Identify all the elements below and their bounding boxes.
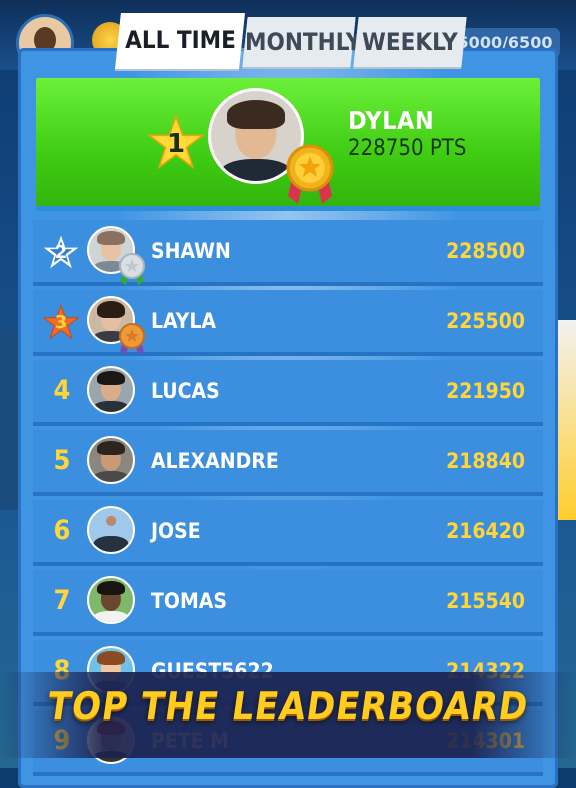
rank-star-icon: 3	[43, 304, 79, 340]
first-place-card[interactable]: 1 DYLAN 228750 PTS	[36, 78, 540, 206]
player-score: 225500	[446, 309, 525, 333]
first-rank-number: 1	[166, 129, 186, 159]
player-score: 215540	[446, 589, 525, 613]
bronze-medal-icon	[119, 323, 145, 355]
rank-number: 4	[53, 375, 71, 406]
leaderboard-tabs: ALL TIME MONTHLY WEEKLY	[0, 0, 576, 70]
avatar	[87, 576, 135, 624]
player-name: SHAWN	[151, 239, 231, 263]
player-name: ALEXANDRE	[151, 449, 279, 473]
list-item[interactable]: 2 SHAWN 228500	[33, 220, 543, 285]
rank-number: 7	[53, 585, 71, 616]
player-score: 228500	[446, 239, 525, 263]
avatar	[87, 366, 135, 414]
tab-weekly[interactable]: WEEKLY	[353, 17, 467, 67]
background-right-edge	[556, 320, 576, 520]
tab-monthly[interactable]: MONTHLY	[242, 17, 361, 67]
first-place-name: DYLAN	[348, 106, 435, 135]
list-item[interactable]: 3 LAYLA 225500	[33, 290, 543, 355]
promo-banner-text: TOP THE LEADERBOARD	[44, 684, 532, 728]
tab-all-time-label: ALL TIME	[124, 26, 236, 54]
rank-number: 6	[53, 515, 71, 546]
silver-medal-icon	[119, 253, 145, 285]
rank-star-icon: 2	[43, 234, 79, 270]
first-place-points: 228750 PTS	[348, 136, 467, 161]
player-score: 221950	[446, 379, 525, 403]
tab-monthly-label: MONTHLY	[245, 28, 362, 56]
tab-weekly-label: WEEKLY	[362, 28, 458, 56]
player-score: 218840	[446, 449, 525, 473]
avatar	[87, 506, 135, 554]
gold-medal-icon	[286, 144, 334, 204]
background-left-edge	[0, 330, 18, 510]
player-name: JOSE	[151, 519, 201, 543]
rank-number: 3	[54, 312, 68, 333]
list-item[interactable]: 5 ALEXANDRE 218840	[33, 430, 543, 492]
player-name: LAYLA	[151, 309, 216, 333]
list-item[interactable]: 4 LUCAS 221950	[33, 360, 543, 422]
tab-all-time[interactable]: ALL TIME	[115, 13, 245, 69]
player-name: LUCAS	[151, 379, 220, 403]
rank-number: 2	[54, 242, 68, 263]
rank-number: 5	[53, 445, 71, 476]
list-item[interactable]: 7 TOMAS 215540	[33, 570, 543, 632]
player-score: 216420	[446, 519, 525, 543]
avatar	[87, 436, 135, 484]
rank-star-icon: 1	[148, 114, 204, 170]
list-item[interactable]: 6 JOSE 216420	[33, 500, 543, 562]
player-name: TOMAS	[151, 589, 227, 613]
